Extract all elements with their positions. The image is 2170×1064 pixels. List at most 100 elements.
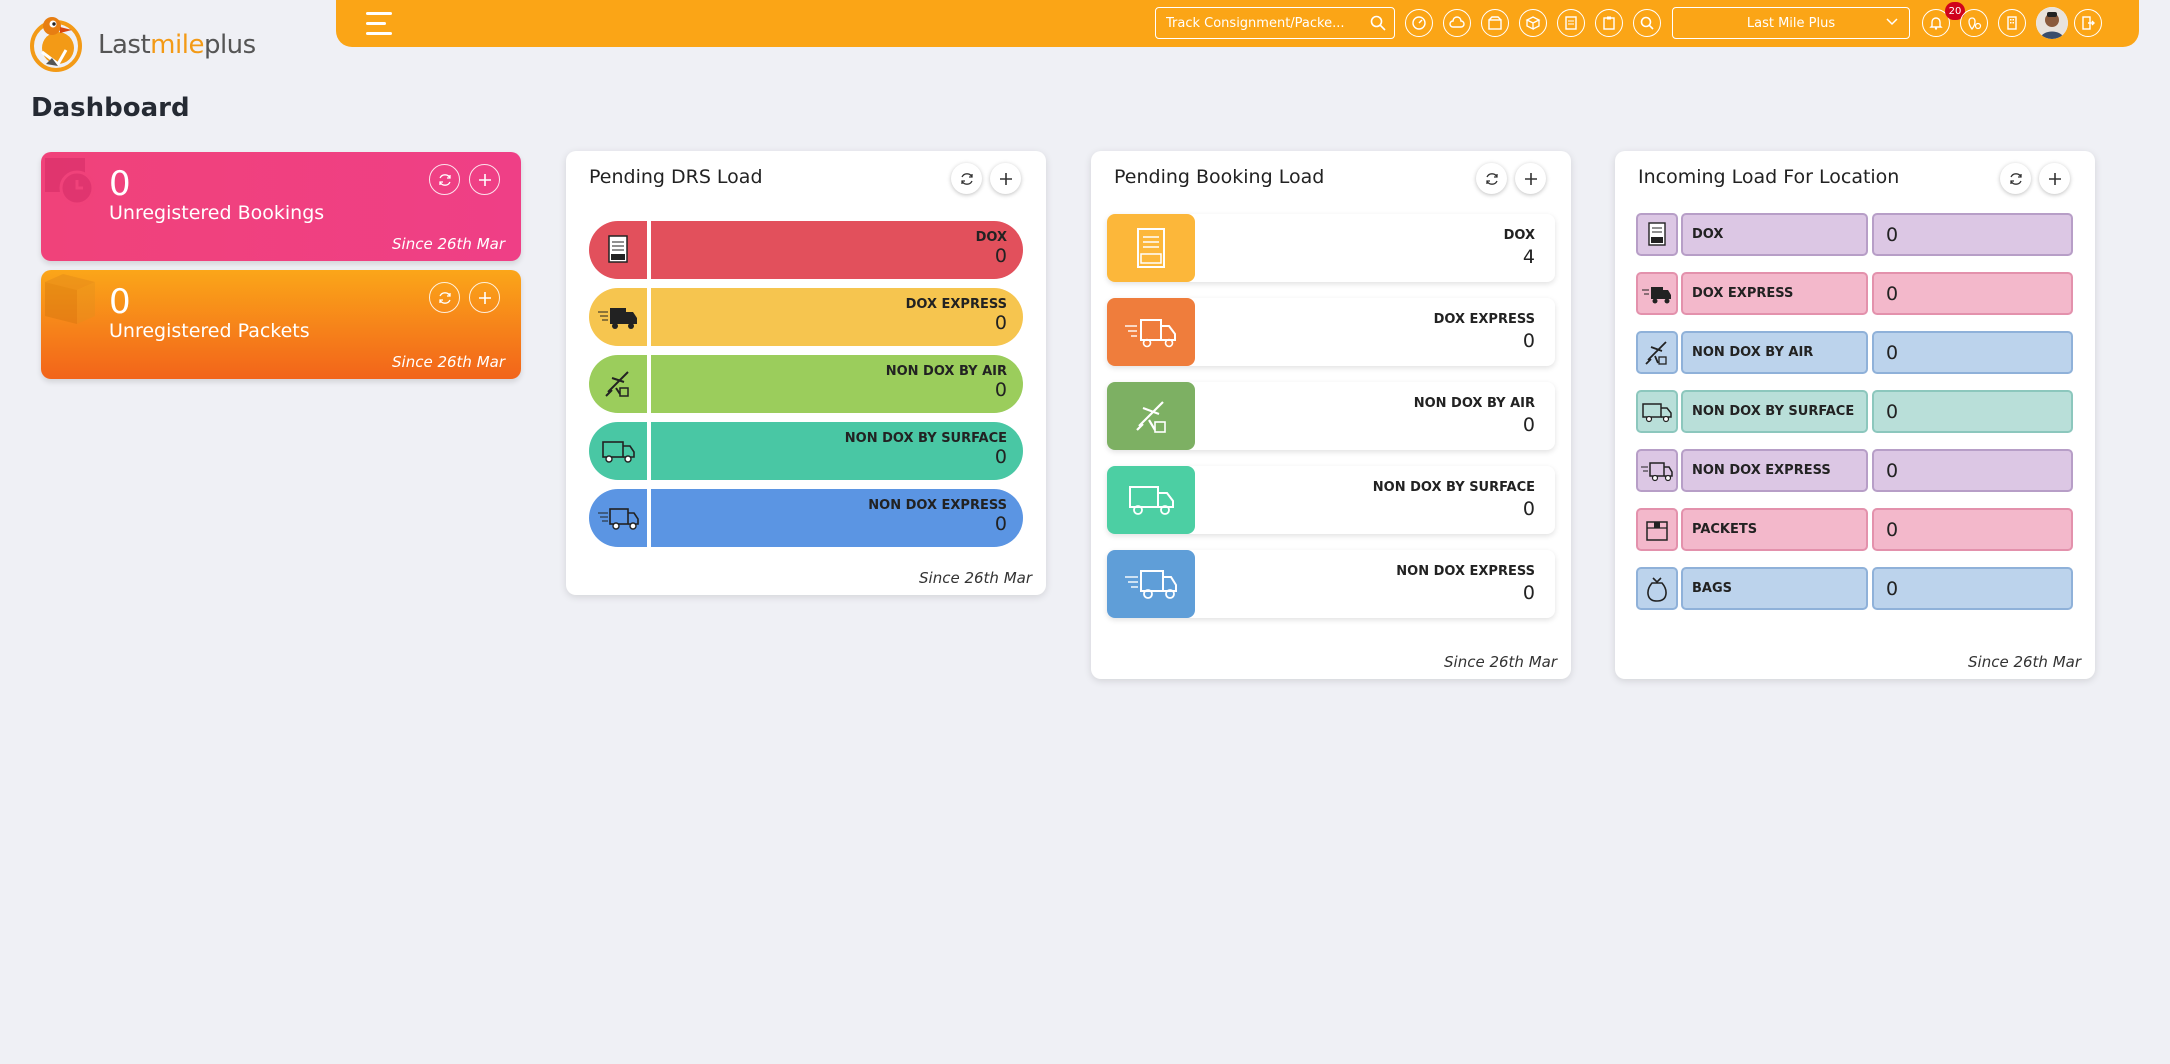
stat-label: Unregistered Packets: [109, 320, 310, 342]
fast-truck-icon: [589, 489, 647, 547]
incoming-load-panel: Incoming Load For Location DOX 0 DOX EXP…: [1615, 151, 2095, 679]
row-label: NON DOX BY AIR: [885, 364, 1007, 379]
row-label: NON DOX BY SURFACE: [844, 431, 1007, 446]
row-value: 0: [994, 513, 1007, 535]
avatar-icon: [2036, 7, 2068, 39]
row-label: NON DOX BY AIR: [1681, 331, 1868, 374]
incoming-row-bags[interactable]: BAGS 0: [1636, 567, 2073, 610]
row-label: DOX: [975, 230, 1007, 245]
row-value: 0: [1522, 498, 1535, 520]
incoming-row-non-dox-express[interactable]: NON DOX EXPRESS 0: [1636, 449, 2073, 492]
booking-row-non-dox-air[interactable]: NON DOX BY AIR 0: [1107, 382, 1555, 450]
panel-title: Pending Booking Load: [1114, 166, 1325, 188]
row-label: DOX EXPRESS: [1433, 312, 1535, 327]
booking-row-dox[interactable]: DOX 4: [1107, 214, 1555, 282]
incoming-row-non-dox-surface[interactable]: NON DOX BY SURFACE 0: [1636, 390, 2073, 433]
track-input[interactable]: [1156, 8, 1356, 38]
row-value: 0: [994, 446, 1007, 468]
airplane-icon: [589, 355, 647, 413]
stat-value: 0: [109, 282, 131, 322]
booking-row-non-dox-express[interactable]: NON DOX EXPRESS 0: [1107, 550, 1555, 618]
drs-row-non-dox-express[interactable]: NON DOX EXPRESS 0: [589, 489, 1023, 547]
dox-document-icon: [1107, 214, 1195, 282]
booking-row-dox-express[interactable]: DOX EXPRESS 0: [1107, 298, 1555, 366]
row-label: NON DOX EXPRESS: [868, 498, 1007, 513]
express-truck-icon: [589, 288, 647, 346]
global-search-icon[interactable]: [1633, 9, 1661, 37]
incoming-row-packets[interactable]: PACKETS 0: [1636, 508, 2073, 551]
dox-document-icon: [589, 221, 647, 279]
refresh-button[interactable]: [429, 164, 460, 195]
refresh-button[interactable]: [2000, 163, 2031, 194]
since-date: Since 26th Mar: [1968, 653, 2081, 671]
booking-row-non-dox-surface[interactable]: NON DOX BY SURFACE 0: [1107, 466, 1555, 534]
user-avatar[interactable]: [2036, 7, 2068, 39]
brand-name: Lastmileplus: [98, 30, 256, 60]
row-value: 0: [1872, 449, 2073, 492]
refresh-icon: [438, 291, 451, 304]
row-value: 0: [994, 312, 1007, 334]
add-button[interactable]: [469, 164, 500, 195]
packet-box-icon: [1636, 508, 1678, 551]
since-date: Since 26th Mar: [919, 569, 1032, 587]
drs-row-dox[interactable]: DOX 0: [589, 221, 1023, 279]
incoming-row-dox-express[interactable]: DOX EXPRESS 0: [1636, 272, 2073, 315]
package-icon[interactable]: [1481, 9, 1509, 37]
row-value: 0: [994, 245, 1007, 267]
row-label: NON DOX BY SURFACE: [1681, 390, 1868, 433]
airplane-icon: [1636, 331, 1678, 374]
drs-row-non-dox-air[interactable]: NON DOX BY AIR 0: [589, 355, 1023, 413]
row-value: 0: [1872, 508, 2073, 551]
location-settings-icon[interactable]: [1960, 9, 1988, 37]
plus-icon: [478, 291, 491, 304]
clipboard-icon[interactable]: [1595, 9, 1623, 37]
track-search: [1155, 7, 1395, 39]
add-button[interactable]: [1515, 163, 1546, 194]
building-icon[interactable]: [1998, 9, 2026, 37]
document-icon[interactable]: [1557, 9, 1585, 37]
since-date: Since 26th Mar: [392, 353, 505, 371]
truck-icon: [1107, 466, 1195, 534]
refresh-icon: [1485, 172, 1498, 185]
row-label: NON DOX BY AIR: [1413, 396, 1535, 411]
row-label: DOX: [1503, 228, 1535, 243]
chevron-down-icon: [1886, 18, 1898, 26]
add-button[interactable]: [990, 163, 1021, 194]
stat-value: 0: [109, 164, 131, 204]
refresh-icon: [960, 172, 973, 185]
row-value: 0: [1872, 390, 2073, 433]
menu-toggle-icon[interactable]: [366, 12, 392, 36]
row-value: 0: [1522, 330, 1535, 352]
add-button[interactable]: [469, 282, 500, 313]
plus-icon: [999, 172, 1012, 185]
row-value: 0: [1872, 272, 2073, 315]
express-truck-icon: [1107, 298, 1195, 366]
location-select[interactable]: Last Mile Plus: [1672, 7, 1910, 39]
incoming-row-non-dox-air[interactable]: NON DOX BY AIR 0: [1636, 331, 2073, 374]
drs-row-non-dox-surface[interactable]: NON DOX BY SURFACE 0: [589, 422, 1023, 480]
logout-icon[interactable]: [2074, 9, 2102, 37]
plus-icon: [1524, 172, 1537, 185]
refresh-button[interactable]: [429, 282, 460, 313]
fast-truck-icon: [1636, 449, 1678, 492]
refresh-button[interactable]: [1476, 163, 1507, 194]
refresh-button[interactable]: [951, 163, 982, 194]
unregistered-packets-card: 0 Unregistered Packets Since 26th Mar: [41, 270, 521, 379]
plus-icon: [2048, 172, 2061, 185]
bag-icon: [1636, 567, 1678, 610]
brand-logo[interactable]: Lastmileplus: [28, 8, 256, 78]
row-label: NON DOX BY SURFACE: [1372, 480, 1535, 495]
plus-icon: [478, 173, 491, 186]
box-icon[interactable]: [1519, 9, 1547, 37]
add-button[interactable]: [2039, 163, 2070, 194]
row-value: 0: [994, 379, 1007, 401]
incoming-row-dox[interactable]: DOX 0: [1636, 213, 2073, 256]
express-truck-icon: [1636, 272, 1678, 315]
search-icon[interactable]: [1370, 15, 1386, 31]
cloud-icon[interactable]: [1443, 9, 1471, 37]
dashboard-icon[interactable]: [1405, 9, 1433, 37]
drs-row-dox-express[interactable]: DOX EXPRESS 0: [589, 288, 1023, 346]
since-date: Since 26th Mar: [1444, 653, 1557, 671]
row-value: 0: [1522, 414, 1535, 436]
panel-title: Pending DRS Load: [589, 166, 763, 188]
